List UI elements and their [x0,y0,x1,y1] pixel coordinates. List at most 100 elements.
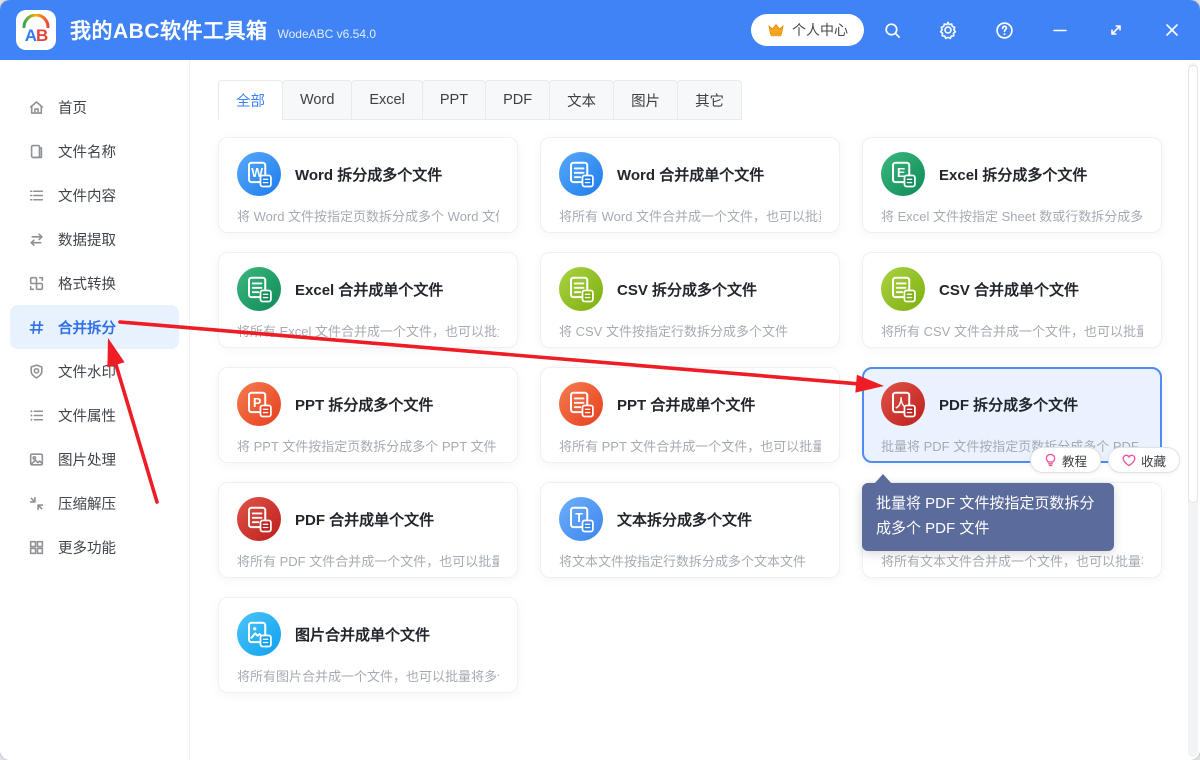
card-description: 将所有文本文件合并成一个文件，也可以批量将多 [881,554,1143,569]
sidebar-item-0[interactable]: 首页 [10,85,179,129]
file-props-icon [28,407,45,424]
card-head: 人 PDF 拆分成多个文件 [881,382,1143,426]
sidebar-item-10[interactable]: 更多功能 [10,525,179,569]
sidebar-item-9[interactable]: 压缩解压 [10,481,179,525]
tutorial-button[interactable]: 教程 [1029,447,1101,473]
card-title: CSV 拆分成多个文件 [617,281,758,299]
card-title: CSV 合并成单个文件 [939,281,1080,299]
card-description: 将 PPT 文件按指定页数拆分成多个 PPT 文件 [237,439,497,454]
tool-card-grid: W Word 拆分成多个文件 将 Word 文件按指定页数拆分成多个 Word … [218,137,1180,693]
card-tooltip: 批量将 PDF 文件按指定页数拆分成多个 PDF 文件 [862,474,1114,551]
card-description: 将文本文件按指定行数拆分成多个文本文件 [559,554,807,569]
tab-7[interactable]: 其它 [677,80,743,120]
card-title: Word 拆分成多个文件 [295,166,443,184]
tab-label: 全部 [236,93,265,110]
tool-icon [237,497,281,541]
tab-1[interactable]: Word [282,80,353,120]
sidebar-item-2[interactable]: 文件内容 [10,173,179,217]
card-description: 将所有 PPT 文件合并成一个文件，也可以批量将多 [559,439,821,454]
tab-2[interactable]: Excel [351,80,423,120]
card-description: 将所有 PDF 文件合并成一个文件，也可以批量将多 [237,554,499,569]
card-description: 将所有 Word 文件合并成一个文件，也可以批量将多 [559,209,821,224]
tool-card-9[interactable]: PDF 合并成单个文件 将所有 PDF 文件合并成一个文件，也可以批量将多 [218,482,518,578]
card-description: 将所有 Excel 文件合并成一个文件，也可以批量将多 [237,324,499,339]
home-icon [28,99,45,116]
sidebar-item-4[interactable]: 格式转换 [10,261,179,305]
user-center-button[interactable]: 个人中心 [751,14,864,46]
tool-icon [559,152,603,196]
close-icon [1163,21,1181,39]
card-head: W Word 拆分成多个文件 [237,152,499,196]
resize-button[interactable] [1088,0,1144,60]
tool-card-10[interactable]: T 文本拆分成多个文件 将文本文件按指定行数拆分成多个文本文件 [540,482,840,578]
tab-5[interactable]: 文本 [549,80,615,120]
tab-3[interactable]: PPT [421,80,487,120]
close-button[interactable] [1144,0,1200,60]
tool-icon: E [881,152,925,196]
card-head: E Excel 拆分成多个文件 [881,152,1143,196]
sidebar-item-label: 数据提取 [58,232,116,249]
tab-0[interactable]: 全部 [218,80,283,120]
card-title: Excel 合并成单个文件 [295,281,444,299]
tool-card-1[interactable]: Word 合并成单个文件 将所有 Word 文件合并成一个文件，也可以批量将多 [540,137,840,233]
tool-card-7[interactable]: PPT 合并成单个文件 将所有 PPT 文件合并成一个文件，也可以批量将多 [540,367,840,463]
search-icon [883,21,902,40]
app-title: 我的ABC软件工具箱 [70,20,268,43]
more-features-icon [28,539,45,556]
card-description: 将 Excel 文件按指定 Sheet 数或行数拆分成多个 Exc [881,209,1143,224]
minimize-button[interactable] [1032,0,1088,60]
tab-label: PPT [439,92,469,108]
sidebar-item-label: 格式转换 [58,276,116,293]
tool-card-8[interactable]: 人 PDF 拆分成多个文件 批量将 PDF 文件按指定页数拆分成多个 PDF 文… [862,367,1180,473]
tool-icon [559,267,603,311]
tool-card-3[interactable]: Excel 合并成单个文件 将所有 Excel 文件合并成一个文件，也可以批量将… [218,252,518,348]
tool-card-4[interactable]: CSV 拆分成多个文件 将 CSV 文件按指定行数拆分成多个文件 [540,252,840,348]
tab-label: PDF [503,92,533,108]
sidebar-item-label: 合并拆分 [58,320,116,337]
sidebar-item-6[interactable]: 文件水印 [10,349,179,393]
tool-icon [559,382,603,426]
card-head: CSV 拆分成多个文件 [559,267,821,311]
sidebar-item-8[interactable]: 图片处理 [10,437,179,481]
file-name-icon [28,143,45,160]
tool-card-12[interactable]: 图片合并成单个文件 将所有图片合并成一个文件，也可以批量将多个文件 [218,597,518,693]
window-buttons [864,0,1200,60]
tab-6[interactable]: 图片 [613,80,679,120]
card-title: PPT 拆分成多个文件 [295,396,434,414]
sidebar-item-label: 更多功能 [58,540,116,557]
search-button[interactable] [864,0,920,60]
card-title: PPT 合并成单个文件 [617,396,756,414]
settings-button[interactable] [920,0,976,60]
tool-card-0[interactable]: W Word 拆分成多个文件 将 Word 文件按指定页数拆分成多个 Word … [218,137,518,233]
app-window: AB 我的ABC软件工具箱 WodeABC v6.54.0 个人中心 首页 文件… [0,0,1200,760]
favorite-button[interactable]: 收藏 [1107,447,1180,473]
sidebar-item-label: 文件内容 [58,188,116,205]
tab-label: Excel [369,92,405,108]
title-bar: AB 我的ABC软件工具箱 WodeABC v6.54.0 个人中心 [0,0,1200,60]
sidebar-item-1[interactable]: 文件名称 [10,129,179,173]
sidebar-item-7[interactable]: 文件属性 [10,393,179,437]
app-version: WodeABC v6.54.0 [277,27,377,41]
tab-4[interactable]: PDF [485,80,551,120]
scrollbar-thumb[interactable] [1188,65,1198,503]
tool-icon [237,612,281,656]
sidebar-item-3[interactable]: 数据提取 [10,217,179,261]
scrollbar-track[interactable] [1188,63,1198,757]
watermark-icon [28,363,45,380]
card-head: T 文本拆分成多个文件 [559,497,821,541]
image-process-icon [28,451,45,468]
tool-card-2[interactable]: E Excel 拆分成多个文件 将 Excel 文件按指定 Sheet 数或行数… [862,137,1162,233]
user-center-label: 个人中心 [792,22,848,38]
card-head: PDF 合并成单个文件 [237,497,499,541]
settings-icon [938,20,958,40]
card-title: PDF 拆分成多个文件 [939,396,1079,414]
card-title: PDF 合并成单个文件 [295,511,435,529]
tool-card-6[interactable]: P PPT 拆分成多个文件 将 PPT 文件按指定页数拆分成多个 PPT 文件 [218,367,518,463]
crown-icon [768,23,784,37]
tool-card-5[interactable]: CSV 合并成单个文件 将所有 CSV 文件合并成一个文件，也可以批量将多 [862,252,1162,348]
tool-icon: T [559,497,603,541]
help-icon [995,21,1014,40]
sidebar-item-5[interactable]: 合并拆分 [10,305,179,349]
tab-label: 文本 [567,93,597,110]
help-button[interactable] [976,0,1032,60]
